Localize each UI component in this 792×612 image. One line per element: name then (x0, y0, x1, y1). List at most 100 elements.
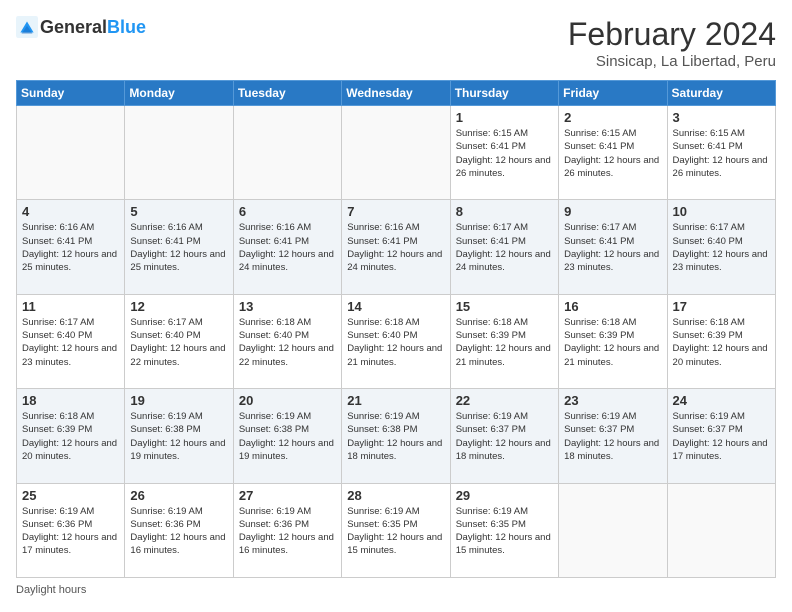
day-number: 27 (239, 488, 336, 503)
calendar-table: Sunday Monday Tuesday Wednesday Thursday… (16, 80, 776, 578)
day-info: Sunrise: 6:19 AM Sunset: 6:38 PM Dayligh… (347, 410, 444, 463)
day-info: Sunrise: 6:16 AM Sunset: 6:41 PM Dayligh… (347, 221, 444, 274)
calendar-week-row: 11 Sunrise: 6:17 AM Sunset: 6:40 PM Dayli… (17, 294, 776, 388)
day-number: 19 (130, 393, 227, 408)
day-number: 29 (456, 488, 553, 503)
day-info: Sunrise: 6:18 AM Sunset: 6:40 PM Dayligh… (347, 316, 444, 369)
day-number: 25 (22, 488, 119, 503)
day-number: 15 (456, 299, 553, 314)
calendar-cell: 17 Sunrise: 6:18 AM Sunset: 6:39 PM Dayli… (667, 294, 775, 388)
logo: GeneralBlue (16, 16, 146, 38)
calendar-cell: 9 Sunrise: 6:17 AM Sunset: 6:41 PM Daylig… (559, 200, 667, 294)
calendar-cell (125, 106, 233, 200)
col-monday: Monday (125, 81, 233, 106)
calendar-cell: 13 Sunrise: 6:18 AM Sunset: 6:40 PM Dayli… (233, 294, 341, 388)
page: GeneralBlue February 2024 Sinsicap, La L… (0, 0, 792, 612)
header-row: Sunday Monday Tuesday Wednesday Thursday… (17, 81, 776, 106)
day-info: Sunrise: 6:18 AM Sunset: 6:39 PM Dayligh… (564, 316, 661, 369)
day-number: 23 (564, 393, 661, 408)
calendar-cell: 29Sunrise: 6:19 AM Sunset: 6:35 PM Dayli… (450, 483, 558, 577)
day-number: 5 (130, 204, 227, 219)
day-info: Sunrise: 6:19 AM Sunset: 6:38 PM Dayligh… (239, 410, 336, 463)
calendar-cell: 20 Sunrise: 6:19 AM Sunset: 6:38 PM Dayli… (233, 389, 341, 483)
calendar-cell: 22Sunrise: 6:19 AM Sunset: 6:37 PM Dayli… (450, 389, 558, 483)
calendar-cell: 3Sunrise: 6:15 AM Sunset: 6:41 PM Daylig… (667, 106, 775, 200)
day-info: Sunrise: 6:17 AM Sunset: 6:41 PM Dayligh… (456, 221, 553, 274)
day-info: Sunrise: 6:19 AM Sunset: 6:38 PM Dayligh… (130, 410, 227, 463)
calendar-cell: 1 Sunrise: 6:15 AM Sunset: 6:41 PM Daylig… (450, 106, 558, 200)
daylight-label: Daylight hours (16, 584, 86, 596)
calendar-cell: 10 Sunrise: 6:17 AM Sunset: 6:40 PM Dayli… (667, 200, 775, 294)
day-number: 14 (347, 299, 444, 314)
col-thursday: Thursday (450, 81, 558, 106)
calendar-cell: 18 Sunrise: 6:18 AM Sunset: 6:39 PM Dayli… (17, 389, 125, 483)
calendar-cell: 7 Sunrise: 6:16 AM Sunset: 6:41 PM Daylig… (342, 200, 450, 294)
header: GeneralBlue February 2024 Sinsicap, La L… (16, 16, 776, 70)
calendar-week-row: 18 Sunrise: 6:18 AM Sunset: 6:39 PM Dayli… (17, 389, 776, 483)
day-number: 12 (130, 299, 227, 314)
day-number: 13 (239, 299, 336, 314)
day-number: 22 (456, 393, 553, 408)
calendar-cell (342, 106, 450, 200)
day-number: 8 (456, 204, 553, 219)
day-number: 11 (22, 299, 119, 314)
day-info: Sunrise: 6:15 AM Sunset: 6:41 PM Dayligh… (564, 127, 661, 180)
calendar-week-row: 25 Sunrise: 6:19 AM Sunset: 6:36 PM Dayli… (17, 483, 776, 577)
calendar-cell: 14 Sunrise: 6:18 AM Sunset: 6:40 PM Dayli… (342, 294, 450, 388)
day-number: 18 (22, 393, 119, 408)
day-info: Sunrise: 6:19 AM Sunset: 6:36 PM Dayligh… (239, 505, 336, 558)
day-number: 24 (673, 393, 770, 408)
day-number: 28 (347, 488, 444, 503)
day-info: Sunrise: 6:16 AM Sunset: 6:41 PM Dayligh… (239, 221, 336, 274)
calendar-cell: 8 Sunrise: 6:17 AM Sunset: 6:41 PM Daylig… (450, 200, 558, 294)
calendar-week-row: 1 Sunrise: 6:15 AM Sunset: 6:41 PM Daylig… (17, 106, 776, 200)
day-info: Sunrise: 6:17 AM Sunset: 6:40 PM Dayligh… (130, 316, 227, 369)
calendar-cell: 21 Sunrise: 6:19 AM Sunset: 6:38 PM Dayli… (342, 389, 450, 483)
col-wednesday: Wednesday (342, 81, 450, 106)
day-number: 7 (347, 204, 444, 219)
day-number: 17 (673, 299, 770, 314)
day-info: Sunrise: 6:15 AM Sunset: 6:41 PM Dayligh… (456, 127, 553, 180)
calendar-cell: 15 Sunrise: 6:18 AM Sunset: 6:39 PM Dayli… (450, 294, 558, 388)
location: Sinsicap, La Libertad, Peru (568, 53, 776, 70)
day-info: Sunrise: 6:19 AM Sunset: 6:36 PM Dayligh… (130, 505, 227, 558)
calendar-cell (17, 106, 125, 200)
day-info: Sunrise: 6:19 AM Sunset: 6:36 PM Dayligh… (22, 505, 119, 558)
month-year: February 2024 (568, 16, 776, 53)
calendar-cell (233, 106, 341, 200)
footer: Daylight hours (16, 584, 776, 596)
day-info: Sunrise: 6:18 AM Sunset: 6:39 PM Dayligh… (673, 316, 770, 369)
day-number: 1 (456, 110, 553, 125)
day-info: Sunrise: 6:17 AM Sunset: 6:40 PM Dayligh… (673, 221, 770, 274)
day-number: 2 (564, 110, 661, 125)
day-number: 10 (673, 204, 770, 219)
calendar-cell: 6 Sunrise: 6:16 AM Sunset: 6:41 PM Daylig… (233, 200, 341, 294)
day-number: 26 (130, 488, 227, 503)
day-number: 20 (239, 393, 336, 408)
day-info: Sunrise: 6:18 AM Sunset: 6:39 PM Dayligh… (456, 316, 553, 369)
calendar-cell (559, 483, 667, 577)
title-block: February 2024 Sinsicap, La Libertad, Per… (568, 16, 776, 70)
calendar-cell: 24 Sunrise: 6:19 AM Sunset: 6:37 PM Dayli… (667, 389, 775, 483)
calendar-cell: 27 Sunrise: 6:19 AM Sunset: 6:36 PM Dayli… (233, 483, 341, 577)
day-number: 16 (564, 299, 661, 314)
day-info: Sunrise: 6:18 AM Sunset: 6:39 PM Dayligh… (22, 410, 119, 463)
calendar-cell: 26 Sunrise: 6:19 AM Sunset: 6:36 PM Dayli… (125, 483, 233, 577)
calendar-week-row: 4Sunrise: 6:16 AM Sunset: 6:41 PM Daylig… (17, 200, 776, 294)
day-info: Sunrise: 6:19 AM Sunset: 6:37 PM Dayligh… (673, 410, 770, 463)
calendar-cell: 12 Sunrise: 6:17 AM Sunset: 6:40 PM Dayli… (125, 294, 233, 388)
calendar-cell: 5Sunrise: 6:16 AM Sunset: 6:41 PM Daylig… (125, 200, 233, 294)
calendar-cell: 25 Sunrise: 6:19 AM Sunset: 6:36 PM Dayli… (17, 483, 125, 577)
day-number: 6 (239, 204, 336, 219)
logo-blue: Blue (107, 17, 146, 37)
calendar-cell: 2 Sunrise: 6:15 AM Sunset: 6:41 PM Daylig… (559, 106, 667, 200)
col-tuesday: Tuesday (233, 81, 341, 106)
calendar-cell: 11Sunrise: 6:17 AM Sunset: 6:40 PM Dayli… (17, 294, 125, 388)
logo-general: General (40, 17, 107, 37)
day-info: Sunrise: 6:17 AM Sunset: 6:41 PM Dayligh… (564, 221, 661, 274)
day-number: 9 (564, 204, 661, 219)
day-number: 3 (673, 110, 770, 125)
day-number: 21 (347, 393, 444, 408)
day-info: Sunrise: 6:18 AM Sunset: 6:40 PM Dayligh… (239, 316, 336, 369)
col-saturday: Saturday (667, 81, 775, 106)
